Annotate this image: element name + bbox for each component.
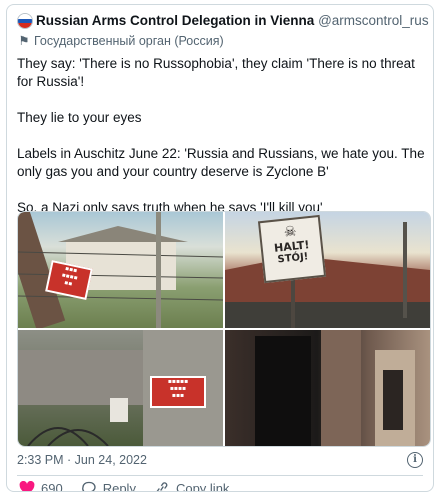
author-name[interactable]: Russian Arms Control Delegation in Vienn… [36,13,314,28]
like-count: 690 [41,481,63,492]
reply-button[interactable]: Reply [81,481,136,492]
government-label[interactable]: ⚑ Государственный орган (Россия) [17,33,224,48]
copy-link-label: Copy link [175,481,230,492]
copy-link-button[interactable]: Copy link [154,481,230,492]
avatar[interactable] [17,13,33,29]
reply-icon [81,481,96,491]
tweet-paragraph: They say: 'There is no Russophobia', the… [17,56,415,89]
tweet-paragraph: They lie to your eyes [17,110,142,125]
media-grid: ▪▪▪ ▪▪▪▪ ▪▪ ☠ HALT! STÓJ! ▪▪▪▪▪ ▪▪▪▪ ▪▪▪ [17,211,431,447]
tweet-timestamp[interactable]: 2:33 PM · Jun 24, 2022 [17,453,147,467]
tweet-header: Russian Arms Control Delegation in Vienn… [17,11,429,51]
photo-dark-doorway-scene [255,330,415,446]
author-line: Russian Arms Control Delegation in Vienn… [36,13,429,28]
photo-barbed-wire-sticker[interactable]: ▪▪▪ ▪▪▪▪ ▪▪ [18,212,223,328]
author-handle[interactable]: @armscontrol_rus [318,13,429,28]
tweet-paragraph: Labels in Auschitz June 22: 'Russia and … [17,146,425,179]
tweet-text: They say: 'There is no Russophobia', the… [17,55,427,235]
halt-sign: ☠ HALT! STÓJ! [257,214,327,284]
link-icon [156,482,168,491]
reply-label: Reply [102,481,136,492]
photo-halt-sign-scene [225,222,430,328]
like-button[interactable]: 690 [19,481,63,492]
info-icon[interactable]: i [407,452,423,468]
photo-halt-sign[interactable]: ☠ HALT! STÓJ! [225,212,430,328]
tweet-card: Russian Arms Control Delegation in Vienn… [6,4,434,492]
photo-post-sticker[interactable]: ▪▪▪▪▪ ▪▪▪▪ ▪▪▪ [18,330,223,446]
government-label-text: Государственный орган (Россия) [34,34,224,48]
hate-sticker: ▪▪▪▪▪ ▪▪▪▪ ▪▪▪ [150,376,206,408]
heart-icon [19,481,35,491]
divider [17,475,423,476]
government-flag-icon: ⚑ [18,34,30,48]
photo-dark-doorway[interactable] [225,330,430,446]
action-bar: 690 Reply Copy link [19,481,247,492]
